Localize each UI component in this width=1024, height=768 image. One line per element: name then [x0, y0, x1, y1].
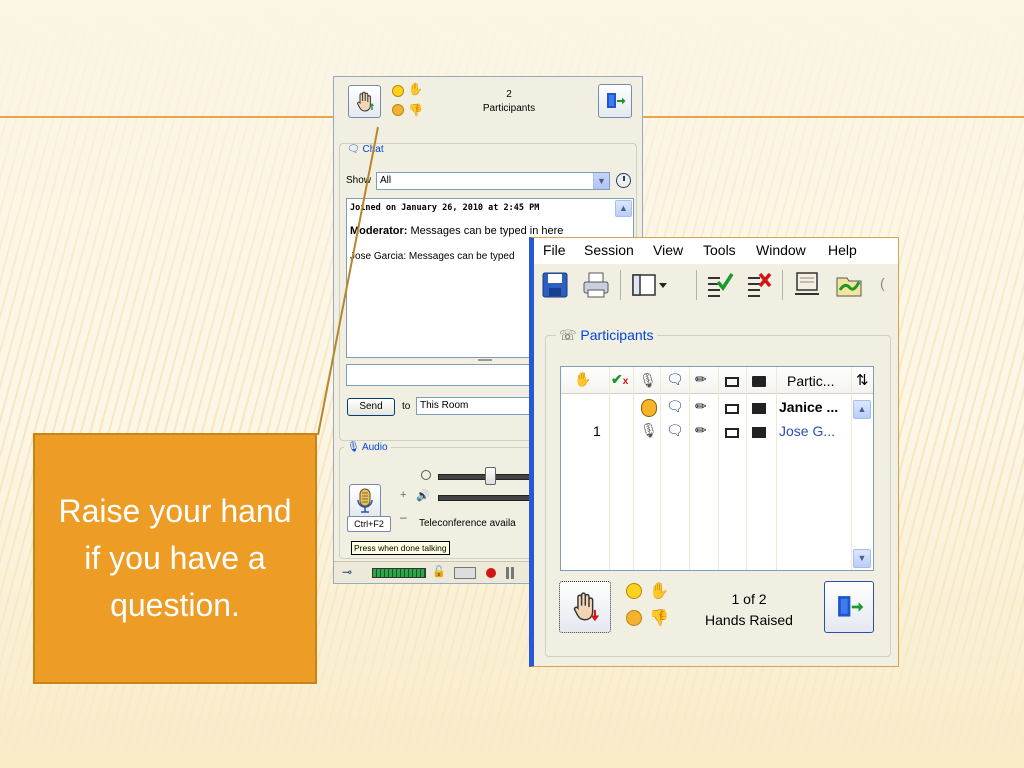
participants-table[interactable]: ✋ ✔x 🎙 🗨 ✏ Partic... ⇅ 🗨 ✏ Janice ... 1 …: [560, 366, 874, 571]
participants-title: ☏ Participants: [556, 327, 657, 344]
callout-text: Raise your hand if you have a question.: [58, 493, 292, 623]
toolbar-overflow-icon[interactable]: (: [880, 275, 885, 291]
column-divider: [718, 367, 719, 570]
header-pencil-icon[interactable]: ✏: [695, 371, 707, 388]
layout-icon[interactable]: [630, 270, 668, 300]
checklist-icon[interactable]: [704, 270, 734, 300]
header-name-column[interactable]: Partic...: [787, 373, 834, 389]
toolbar-separator: [620, 270, 621, 300]
thumbs-down-emoticon-icon[interactable]: 👎: [649, 608, 669, 628]
participants-title-text: Participants: [580, 327, 654, 343]
menu-view[interactable]: View: [653, 242, 683, 258]
clear-checklist-icon[interactable]: [744, 270, 774, 300]
column-divider: [689, 367, 690, 570]
sort-icon[interactable]: ⇅: [856, 371, 869, 389]
whiteboard-icon: [725, 404, 739, 414]
menu-window[interactable]: Window: [756, 242, 806, 258]
column-divider: [776, 367, 777, 570]
participant-name: Janice ...: [779, 399, 839, 415]
column-divider: [851, 367, 852, 570]
header-camera-icon[interactable]: [752, 376, 766, 387]
instruction-callout: Raise your hand if you have a question.: [33, 433, 317, 684]
save-icon[interactable]: [540, 270, 570, 300]
lower-hand-icon: [573, 592, 600, 622]
table-scroll-down-button[interactable]: ▼: [853, 549, 871, 568]
active-mic-icon: [641, 399, 657, 417]
header-mic-icon[interactable]: 🎙: [639, 372, 657, 389]
whiteboard-icon: [725, 428, 739, 438]
pencil-icon: ✏: [695, 398, 707, 414]
row-hand-order: 1: [593, 423, 601, 439]
toolbar-separator: [696, 270, 697, 300]
menu-session[interactable]: Session: [584, 242, 634, 258]
hands-raised-label: Hands Raised: [705, 612, 793, 628]
menu-file[interactable]: File: [543, 242, 566, 258]
column-divider: [746, 367, 747, 570]
hands-raised-count: 1 of 2: [731, 591, 767, 607]
header-chat-icon[interactable]: 🗨: [666, 371, 684, 388]
header-hand-icon[interactable]: ✋: [574, 371, 591, 388]
pencil-icon: ✏: [695, 422, 707, 438]
smile-emoticon-icon[interactable]: [626, 583, 642, 604]
header-whiteboard-icon[interactable]: [725, 377, 739, 387]
elluminate-panel-front: File Session View Tools Window Help (☏ …: [529, 237, 899, 667]
menu-tools[interactable]: Tools: [703, 242, 736, 258]
lower-hand-button[interactable]: [559, 581, 611, 633]
participant-name: Jose G...: [779, 423, 836, 439]
whiteboard-icon[interactable]: [792, 270, 822, 300]
toolbar-separator: [782, 270, 783, 300]
table-scroll-up-button[interactable]: ▲: [853, 400, 871, 419]
column-divider: [660, 367, 661, 570]
column-divider: [633, 367, 634, 570]
menu-bar: File Session View Tools Window Help: [534, 238, 898, 264]
participants-icon: ☏: [559, 327, 577, 343]
exit-button[interactable]: [824, 581, 874, 633]
hands-raised-summary: 1 of 2 Hands Raised: [689, 589, 809, 631]
toolbar: (: [534, 265, 898, 305]
chat-icon: 🗨: [666, 422, 684, 438]
mic-icon: 🎙: [640, 422, 658, 438]
open-folder-icon[interactable]: [834, 270, 864, 300]
camera-icon: [752, 403, 766, 414]
camera-icon: [752, 427, 766, 438]
chat-icon: 🗨: [666, 398, 684, 414]
applause-icon[interactable]: ✋: [649, 581, 669, 601]
confused-emoticon-icon[interactable]: [626, 610, 642, 631]
header-check-icon[interactable]: ✔x: [611, 371, 628, 388]
column-divider: [609, 367, 610, 570]
exit-door-icon: [838, 596, 864, 617]
menu-help[interactable]: Help: [828, 242, 857, 258]
print-icon[interactable]: [581, 270, 611, 300]
